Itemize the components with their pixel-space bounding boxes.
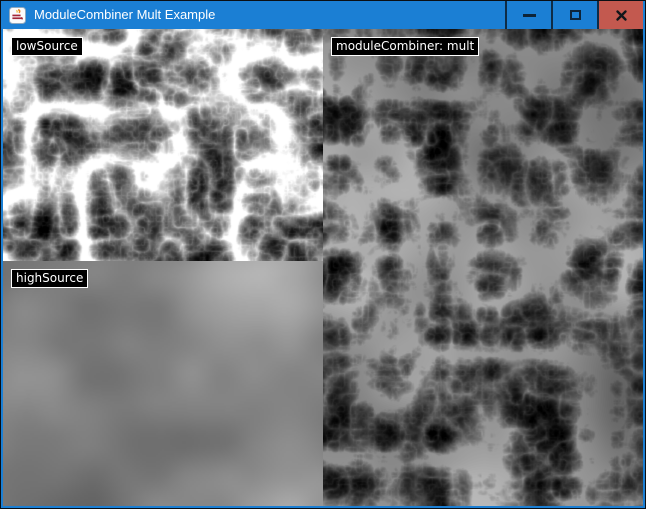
maximize-icon [570, 10, 581, 20]
highsource-label: highSource [11, 269, 88, 288]
close-button[interactable] [597, 1, 643, 29]
minimize-button[interactable] [505, 1, 551, 29]
window-title: ModuleCombiner Mult Example [34, 1, 505, 29]
minimize-icon [523, 14, 536, 17]
panel-highsource: highSource [3, 261, 323, 506]
app-window: ModuleCombiner Mult Example lowSource [0, 0, 646, 509]
window-controls [505, 1, 643, 29]
close-icon [615, 9, 628, 22]
maximize-button[interactable] [551, 1, 597, 29]
lowsource-label: lowSource [11, 37, 83, 56]
modulecombiner-mult-label: moduleCombiner: mult [331, 37, 479, 56]
java-coffee-cup-icon[interactable] [9, 7, 26, 24]
panel-lowsource: lowSource [3, 29, 323, 261]
lowsource-noise-canvas [3, 29, 323, 261]
content-area: lowSource highSource moduleCombiner: mul… [3, 29, 643, 506]
left-column: lowSource highSource [3, 29, 323, 506]
titlebar[interactable]: ModuleCombiner Mult Example [3, 1, 643, 29]
highsource-noise-canvas [3, 261, 323, 506]
mult-noise-canvas [323, 29, 643, 506]
panel-modulecombiner-mult: moduleCombiner: mult [323, 29, 643, 506]
